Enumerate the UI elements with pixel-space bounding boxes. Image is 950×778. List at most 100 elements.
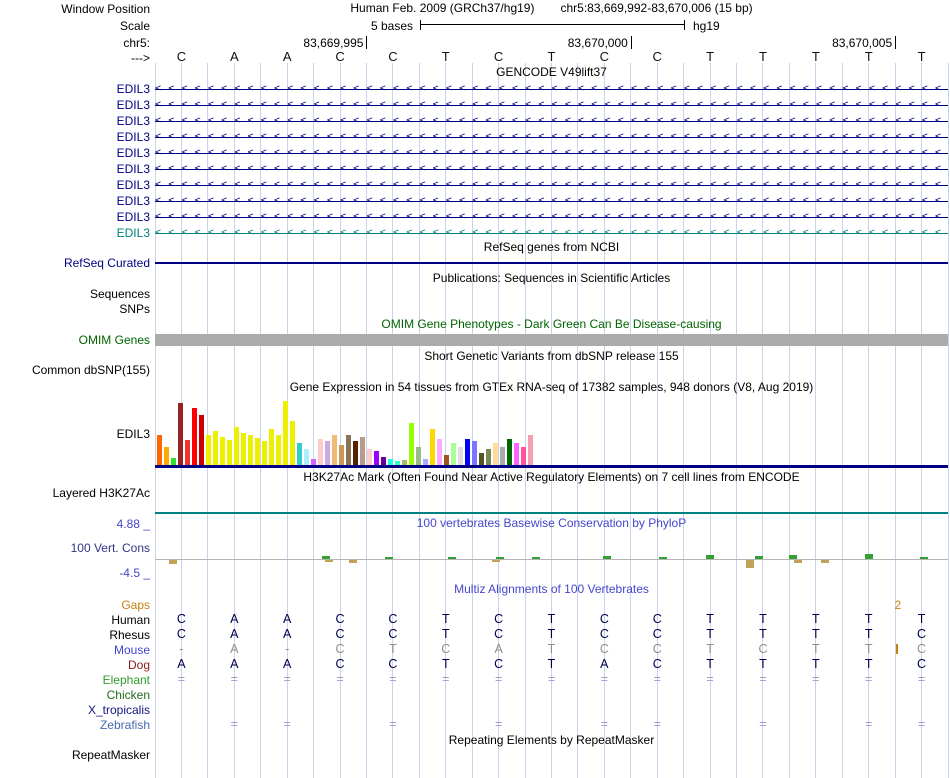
gtex-bar[interactable]: [360, 437, 365, 465]
align-base[interactable]: C: [631, 612, 684, 626]
gtex-bar[interactable]: [227, 440, 232, 465]
phylop-bar[interactable]: [745, 560, 754, 568]
gtex-bar[interactable]: [353, 441, 358, 465]
align-base[interactable]: C: [578, 627, 631, 641]
align-base[interactable]: C: [631, 642, 684, 656]
align-base[interactable]: =: [684, 672, 737, 686]
gtex-bar[interactable]: [367, 449, 372, 465]
align-base[interactable]: C: [314, 612, 367, 626]
align-base[interactable]: T: [525, 642, 578, 656]
align-base[interactable]: =: [366, 672, 419, 686]
align-base[interactable]: T: [842, 657, 895, 671]
gtex-bar[interactable]: [374, 451, 379, 465]
align-base[interactable]: C: [895, 642, 948, 656]
transcript-edil3[interactable]: <<<<<<<<<<<<<<<<<<<<<<<<<<<<<<<<<<<<<<<<…: [155, 97, 948, 113]
gtex-bar[interactable]: [521, 447, 526, 465]
phylop-bar[interactable]: [603, 556, 612, 559]
gtex-bar[interactable]: [213, 431, 218, 465]
align-base[interactable]: A: [261, 612, 314, 626]
align-base[interactable]: =: [631, 672, 684, 686]
align-base[interactable]: C: [314, 642, 367, 656]
transcript-edil3[interactable]: <<<<<<<<<<<<<<<<<<<<<<<<<<<<<<<<<<<<<<<<…: [155, 161, 948, 177]
transcript-edil3[interactable]: <<<<<<<<<<<<<<<<<<<<<<<<<<<<<<<<<<<<<<<<…: [155, 225, 948, 241]
species-label-human[interactable]: Human: [0, 613, 150, 627]
phylop-bar[interactable]: [706, 555, 715, 559]
align-base[interactable]: T: [684, 627, 737, 641]
phylop-bar[interactable]: [531, 557, 540, 559]
align-base[interactable]: C: [631, 627, 684, 641]
species-label-mouse[interactable]: Mouse: [0, 643, 150, 657]
align-base[interactable]: A: [155, 657, 208, 671]
gtex-bar[interactable]: [318, 439, 323, 465]
gtex-bar[interactable]: [528, 435, 533, 465]
align-base[interactable]: C: [419, 642, 472, 656]
align-base[interactable]: T: [419, 612, 472, 626]
align-base[interactable]: =: [208, 672, 261, 686]
species-label-x_tropicalis[interactable]: X_tropicalis: [0, 703, 150, 717]
species-label-zebrafish[interactable]: Zebrafish: [0, 718, 150, 732]
gtex-bar[interactable]: [171, 458, 176, 465]
gene-label-edil3[interactable]: EDIL3: [0, 146, 150, 160]
align-base[interactable]: T: [789, 627, 842, 641]
align-base[interactable]: =: [895, 717, 948, 731]
align-base[interactable]: =: [578, 672, 631, 686]
align-base[interactable]: =: [208, 717, 261, 731]
gene-label-edil3[interactable]: EDIL3: [0, 162, 150, 176]
gtex-bar[interactable]: [248, 435, 253, 465]
align-base[interactable]: C: [631, 657, 684, 671]
gtex-bar[interactable]: [164, 447, 169, 465]
align-base[interactable]: =: [789, 672, 842, 686]
gtex-bar[interactable]: [416, 447, 421, 465]
align-base[interactable]: C: [366, 612, 419, 626]
gtex-bar[interactable]: [437, 439, 442, 465]
align-base[interactable]: C: [578, 612, 631, 626]
gene-label-edil3[interactable]: EDIL3: [0, 210, 150, 224]
align-base[interactable]: A: [208, 657, 261, 671]
gtex-bar[interactable]: [500, 447, 505, 465]
align-base[interactable]: C: [155, 627, 208, 641]
transcript-edil3[interactable]: <<<<<<<<<<<<<<<<<<<<<<<<<<<<<<<<<<<<<<<<…: [155, 113, 948, 129]
align-base[interactable]: T: [525, 627, 578, 641]
align-base[interactable]: T: [842, 612, 895, 626]
phylop-bar[interactable]: [169, 560, 178, 564]
align-base[interactable]: T: [842, 627, 895, 641]
align-base[interactable]: C: [472, 612, 525, 626]
phylop-bar[interactable]: [755, 556, 764, 559]
phylop-bar[interactable]: [495, 557, 504, 559]
species-label-elephant[interactable]: Elephant: [0, 673, 150, 687]
gtex-bar[interactable]: [304, 449, 309, 465]
gtex-bar[interactable]: [290, 421, 295, 465]
gene-label-edil3[interactable]: EDIL3: [0, 194, 150, 208]
gtex-bar[interactable]: [262, 441, 267, 465]
gtex-bar[interactable]: [402, 460, 407, 465]
align-base[interactable]: =: [155, 672, 208, 686]
transcript-edil3[interactable]: <<<<<<<<<<<<<<<<<<<<<<<<<<<<<<<<<<<<<<<<…: [155, 209, 948, 225]
gene-label-edil3[interactable]: EDIL3: [0, 130, 150, 144]
align-base[interactable]: T: [419, 657, 472, 671]
align-base[interactable]: A: [261, 627, 314, 641]
gtex-bar[interactable]: [185, 440, 190, 465]
align-base[interactable]: A: [208, 627, 261, 641]
gene-label-edil3[interactable]: EDIL3: [0, 98, 150, 112]
align-base[interactable]: T: [684, 612, 737, 626]
gtex-bar[interactable]: [199, 415, 204, 465]
phylop-bar[interactable]: [789, 555, 798, 559]
phylop-bar[interactable]: [864, 554, 873, 559]
gtex-bar[interactable]: [479, 453, 484, 465]
gtex-bar[interactable]: [493, 443, 498, 465]
align-base[interactable]: =: [314, 672, 367, 686]
align-base[interactable]: T: [737, 612, 790, 626]
gtex-bar[interactable]: [178, 403, 183, 465]
gtex-bar[interactable]: [409, 423, 414, 465]
align-base[interactable]: T: [419, 627, 472, 641]
gtex-bar[interactable]: [241, 433, 246, 465]
gtex-bar[interactable]: [234, 427, 239, 465]
align-base[interactable]: A: [472, 642, 525, 656]
phylop-bar[interactable]: [448, 557, 457, 559]
gtex-bar[interactable]: [346, 435, 351, 465]
gtex-bar[interactable]: [311, 459, 316, 465]
align-base[interactable]: =: [472, 717, 525, 731]
gtex-bar[interactable]: [283, 401, 288, 465]
gtex-bar[interactable]: [472, 441, 477, 465]
gtex-bar[interactable]: [423, 459, 428, 465]
